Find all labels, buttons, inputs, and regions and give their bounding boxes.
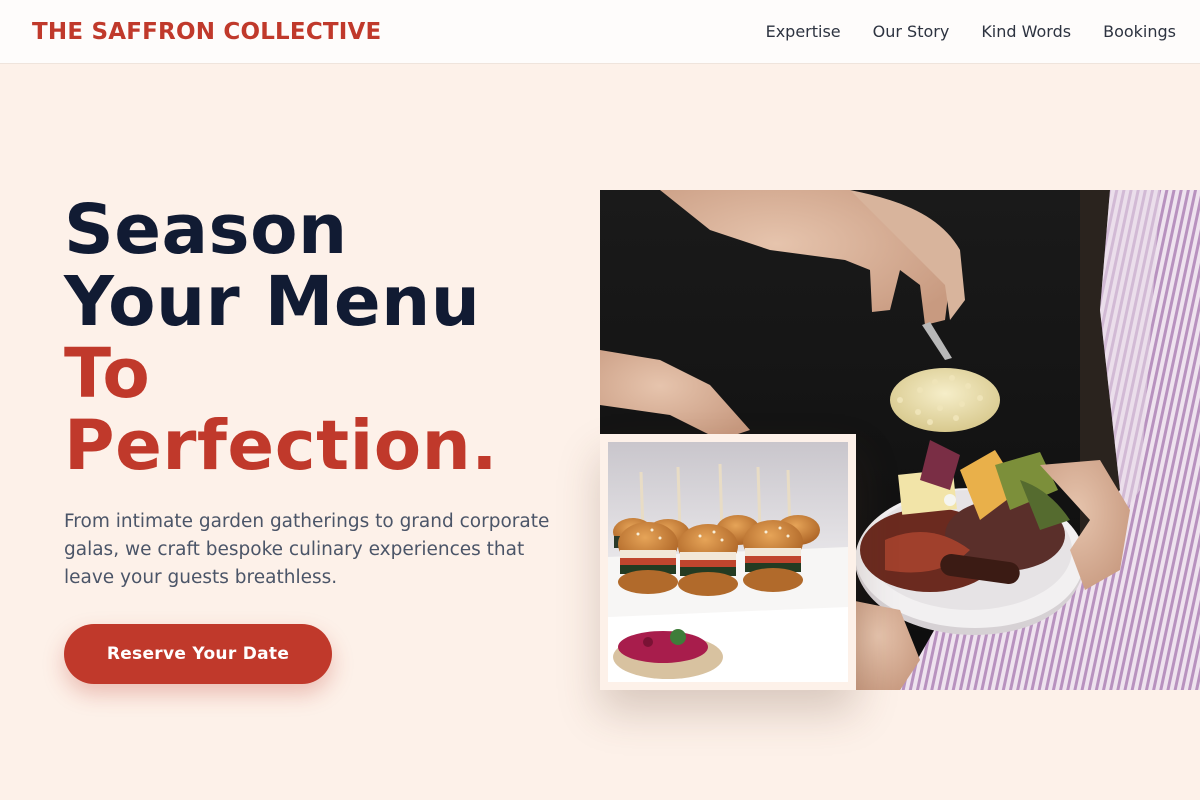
hero-title-line-4: Perfection. [64,406,498,486]
main-nav: Expertise Our Story Kind Words Bookings [766,22,1176,41]
hero-title-line-1: Season [64,190,348,270]
hero-title: Season Your Menu To Perfection. [64,194,584,482]
hero-title-line-2: Your Menu [64,262,481,342]
brand-logo[interactable]: THE SAFFRON COLLECTIVE [32,19,381,45]
nav-link-kind-words[interactable]: Kind Words [981,22,1071,41]
site-header: THE SAFFRON COLLECTIVE Expertise Our Sto… [0,0,1200,64]
nav-link-expertise[interactable]: Expertise [766,22,841,41]
slider-sandwiches-photo [600,434,856,690]
nav-link-our-story[interactable]: Our Story [873,22,950,41]
reserve-date-button[interactable]: Reserve Your Date [64,624,332,684]
hero-title-line-3: To [64,334,151,414]
nav-link-bookings[interactable]: Bookings [1103,22,1176,41]
hero-subtitle: From intimate garden gatherings to grand… [64,511,550,588]
